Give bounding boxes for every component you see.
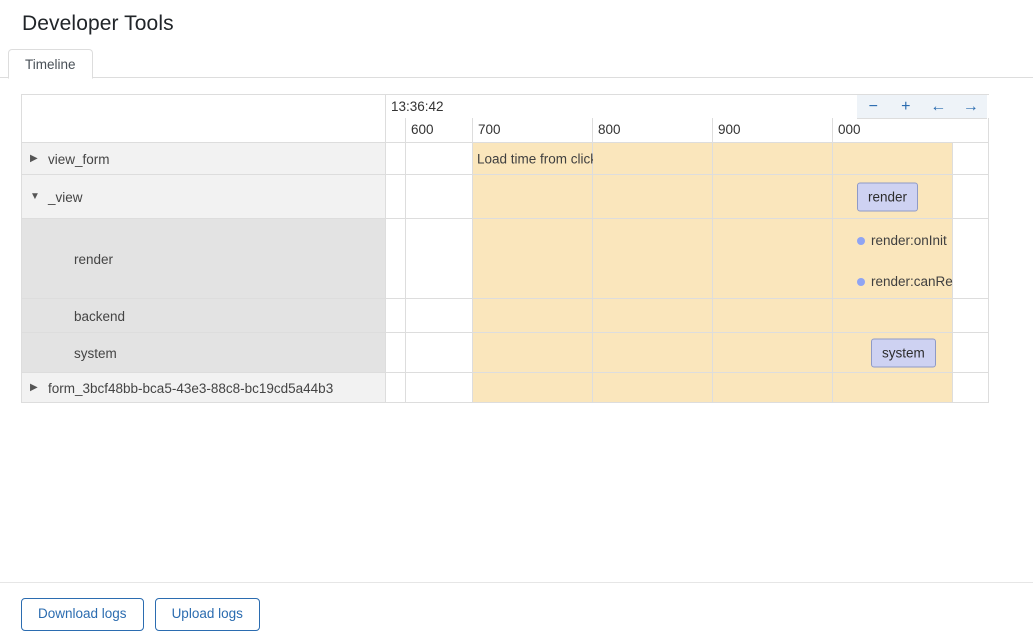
row-label-form[interactable]: ▶ form_3bcf48bb-bca5-43e3-88c8-bc19cd5a44… <box>21 372 386 403</box>
track-cell: Load time from click to display is 360 m… <box>472 142 723 175</box>
track-cell <box>472 218 593 299</box>
track-cell <box>831 298 954 333</box>
table-row[interactable]: system system <box>21 332 990 373</box>
track-cell <box>592 372 713 403</box>
track-cell <box>712 142 833 175</box>
page-title: Developer Tools <box>22 12 174 35</box>
tab-timeline-label: Timeline <box>25 56 76 72</box>
track-cell <box>405 372 473 403</box>
timeline-panel: − + ← → 13:36:42 600 700 800 900 000 ▶ v… <box>21 94 990 403</box>
tick-label-800: 800 <box>592 117 713 143</box>
track-cell <box>952 218 990 299</box>
pan-right-button[interactable]: → <box>958 96 984 118</box>
expand-caret-icon[interactable]: ▶ <box>30 153 48 164</box>
footer-divider <box>0 582 1033 583</box>
timeline-zoom-controls: − + ← → <box>857 95 987 119</box>
row-label-text: view_form <box>48 151 110 167</box>
row-label-text: render <box>74 251 114 267</box>
track-cell <box>405 218 473 299</box>
track-cell <box>405 298 473 333</box>
table-row[interactable]: backend <box>21 298 990 333</box>
track-cell <box>385 174 406 219</box>
track-cell <box>592 332 713 373</box>
track-cell <box>385 332 406 373</box>
row-label-text: _view <box>48 189 83 205</box>
expand-caret-icon[interactable]: ▶ <box>30 382 48 393</box>
badge-system[interactable]: system <box>871 338 936 367</box>
track-cell <box>952 142 990 175</box>
marker-label: render:onInit <box>871 233 947 248</box>
track-cell: system <box>831 332 954 373</box>
track-cell <box>952 332 990 373</box>
tick-label-900: 900 <box>712 117 833 143</box>
track-cell: render:onInit render:canRender <box>831 218 980 299</box>
row-label-text: system <box>74 345 117 361</box>
track-cell <box>952 298 990 333</box>
track-cell <box>952 372 990 403</box>
track-cell <box>385 142 406 175</box>
track-cell <box>405 174 473 219</box>
track-cell <box>592 142 713 175</box>
tab-bar: Timeline <box>0 49 1033 79</box>
track-cell <box>385 218 406 299</box>
track-cell <box>385 298 406 333</box>
row-label-view[interactable]: ▼ _view <box>21 174 386 219</box>
track-cell <box>592 174 713 219</box>
track-cell <box>831 142 954 175</box>
table-row[interactable]: ▼ _view render <box>21 174 990 219</box>
row-label-backend[interactable]: backend <box>21 298 386 333</box>
track-cell <box>712 218 833 299</box>
badge-render[interactable]: render <box>857 182 919 211</box>
timeline-header-time-row: 13:36:42 <box>21 94 989 143</box>
upload-logs-button[interactable]: Upload logs <box>154 598 260 631</box>
row-label-text: backend <box>74 308 126 324</box>
track-cell <box>592 298 713 333</box>
tick-label-700: 700 <box>472 117 593 143</box>
track-cell <box>405 142 473 175</box>
track-cell <box>592 218 713 299</box>
tab-timeline[interactable]: Timeline <box>8 49 93 79</box>
track-cell <box>712 298 833 333</box>
track-cell <box>472 298 593 333</box>
track-cell <box>385 372 406 403</box>
table-row[interactable]: ▶view_form Load time from click to displ… <box>21 142 990 175</box>
track-cell <box>712 174 833 219</box>
table-row[interactable]: render render:onInit render:canRender <box>21 218 990 299</box>
pan-left-button[interactable]: ← <box>925 96 951 118</box>
tick-blank <box>385 117 406 143</box>
row-label-system[interactable]: system <box>21 332 386 373</box>
zoom-out-button[interactable]: − <box>860 96 886 118</box>
marker-dot-icon <box>857 236 865 245</box>
timeline-corner-cell <box>21 94 386 143</box>
track-cell <box>831 372 954 403</box>
track-cell <box>712 372 833 403</box>
zoom-in-button[interactable]: + <box>893 96 919 118</box>
marker-render-oninit[interactable]: render:onInit <box>857 233 947 248</box>
collapse-caret-icon[interactable]: ▼ <box>30 191 48 202</box>
row-label-text: form_3bcf48bb-bca5-43e3-88c8-bc19cd5a44b… <box>48 380 334 396</box>
timeline-table: 13:36:42 600 700 800 900 000 ▶ view_form … <box>21 94 990 403</box>
footer-actions: Download logs Upload logs <box>21 598 260 631</box>
row-label-view-form[interactable]: ▶ view_form <box>21 142 386 175</box>
track-cell <box>472 174 593 219</box>
track-cell <box>472 332 593 373</box>
track-cell <box>952 174 990 219</box>
tick-label-000: 000 <box>831 117 990 143</box>
track-cell <box>405 332 473 373</box>
track-cell <box>472 372 593 403</box>
track-cell: render <box>831 174 954 219</box>
marker-dot-icon <box>857 277 865 286</box>
tick-label-600: 600 <box>405 117 473 143</box>
track-cell <box>712 332 833 373</box>
table-row[interactable]: ▶ form_3bcf48bb-bca5-43e3-88c8-bc19cd5a44… <box>21 372 990 403</box>
download-logs-button[interactable]: Download logs <box>21 598 144 631</box>
row-label-render[interactable]: render <box>21 218 386 299</box>
